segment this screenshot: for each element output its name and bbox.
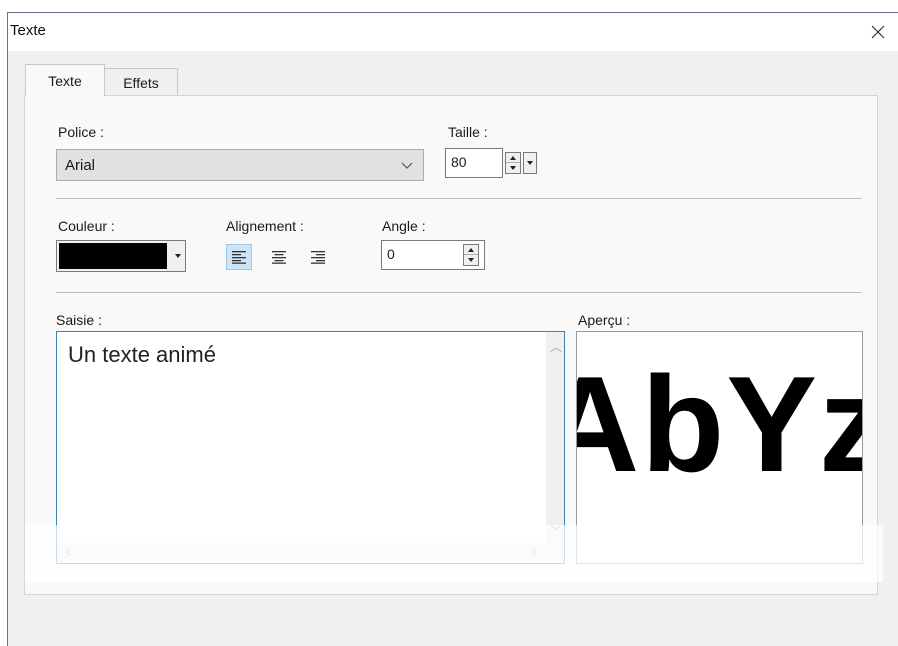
align-center-icon bbox=[272, 251, 286, 264]
spin-down-icon[interactable] bbox=[506, 163, 520, 173]
scroll-up-icon[interactable]: ︿ bbox=[550, 338, 562, 355]
police-label: Police : bbox=[58, 124, 104, 140]
apercu-preview: AbYz bbox=[576, 331, 863, 564]
saisie-text: Un texte animé bbox=[68, 342, 216, 367]
police-select[interactable]: Arial bbox=[56, 149, 424, 181]
angle-value: 0 bbox=[387, 246, 395, 262]
angle-spinner[interactable] bbox=[463, 244, 479, 266]
align-right-icon bbox=[311, 251, 325, 264]
color-swatch bbox=[59, 243, 167, 269]
dropdown-arrow-icon bbox=[175, 254, 181, 258]
separator bbox=[56, 292, 862, 293]
text-dialog: Texte Texte Effets Police : Arial Taille… bbox=[7, 12, 898, 646]
scroll-left-icon[interactable]: < bbox=[65, 545, 72, 559]
vertical-scrollbar[interactable]: ︿ ﹀ bbox=[546, 332, 564, 545]
saisie-label: Saisie : bbox=[56, 312, 102, 328]
title-bar: Texte bbox=[8, 13, 898, 51]
taille-spinner[interactable] bbox=[505, 152, 521, 174]
taille-input[interactable]: 80 bbox=[445, 148, 503, 178]
taille-value: 80 bbox=[451, 154, 467, 170]
taille-label: Taille : bbox=[448, 124, 488, 140]
taille-dropdown-button[interactable] bbox=[523, 152, 537, 174]
dropdown-arrow-icon bbox=[527, 161, 533, 165]
tab-texte[interactable]: Texte bbox=[25, 64, 105, 96]
tab-panel-texte: Police : Arial Taille : 80 Couleur : Ali… bbox=[24, 95, 883, 595]
separator bbox=[56, 198, 862, 199]
couleur-label: Couleur : bbox=[58, 218, 115, 234]
preview-sample-text: AbYz bbox=[577, 348, 862, 500]
police-value: Arial bbox=[65, 157, 96, 174]
align-right-button[interactable] bbox=[305, 244, 331, 270]
close-button[interactable] bbox=[858, 13, 898, 51]
align-left-icon bbox=[232, 251, 246, 264]
couleur-picker[interactable] bbox=[56, 240, 186, 272]
spin-down-icon[interactable] bbox=[464, 255, 478, 265]
spin-up-icon[interactable] bbox=[464, 245, 478, 255]
scroll-corner bbox=[546, 543, 564, 563]
saisie-textarea[interactable]: Un texte animé ︿ ﹀ < > bbox=[56, 331, 565, 564]
align-center-button[interactable] bbox=[266, 244, 292, 270]
scroll-down-icon[interactable]: ﹀ bbox=[550, 522, 562, 539]
spin-up-icon[interactable] bbox=[506, 153, 520, 163]
apercu-label: Aperçu : bbox=[578, 312, 631, 328]
chevron-down-icon bbox=[401, 162, 413, 169]
angle-label: Angle : bbox=[382, 218, 426, 234]
alignement-label: Alignement : bbox=[226, 218, 304, 234]
scroll-right-icon[interactable]: > bbox=[531, 545, 538, 559]
close-icon bbox=[871, 25, 885, 39]
tab-effets[interactable]: Effets bbox=[104, 68, 178, 96]
horizontal-scrollbar[interactable]: < > bbox=[57, 543, 546, 563]
window-title: Texte bbox=[10, 22, 46, 39]
align-left-button[interactable] bbox=[226, 244, 252, 270]
couleur-dropdown-button[interactable] bbox=[171, 245, 185, 267]
